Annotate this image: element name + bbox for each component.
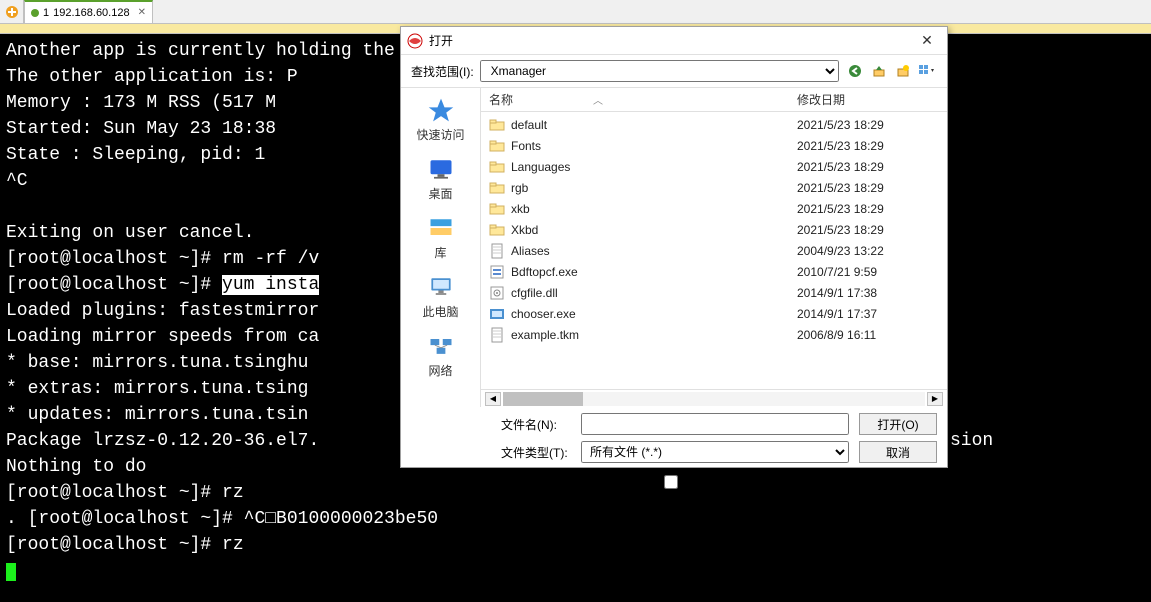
file-name: default (509, 118, 797, 132)
place-label: 此电脑 (422, 303, 458, 320)
col-name-label: 名称 (489, 91, 513, 108)
add-tab-button[interactable] (0, 0, 24, 23)
place-label: 库 (434, 244, 446, 261)
file-date: 2006/8/9 16:11 (797, 328, 947, 342)
file-date: 2021/5/23 18:29 (797, 202, 947, 216)
lookin-label: 查找范围(I): (411, 63, 474, 80)
file-open-dialog: 打开 ✕ 查找范围(I): Xmanager 快速访问 桌面 库 (400, 26, 948, 468)
file-row[interactable]: Languages2021/5/23 18:29 (481, 156, 947, 177)
file-name: chooser.exe (509, 307, 797, 321)
file-date: 2021/5/23 18:29 (797, 139, 947, 153)
file-type-icon (489, 138, 505, 154)
file-row[interactable]: chooser.exe2014/9/1 17:37 (481, 303, 947, 324)
file-row[interactable]: cfgfile.dll2014/9/1 17:38 (481, 282, 947, 303)
file-name: Xkbd (509, 223, 797, 237)
terminal-cursor (6, 563, 16, 581)
app-icon (407, 33, 423, 49)
scroll-right-button[interactable]: ▶ (927, 392, 943, 406)
file-name: Bdftopcf.exe (509, 265, 797, 279)
file-name-input[interactable] (581, 413, 849, 435)
connection-status-icon (31, 9, 39, 17)
file-row[interactable]: Aliases2004/9/23 13:22 (481, 240, 947, 261)
lookin-select[interactable]: Xmanager (480, 60, 839, 82)
file-row[interactable]: Xkbd2021/5/23 18:29 (481, 219, 947, 240)
file-type-select[interactable]: 所有文件 (*.*) (581, 441, 849, 463)
open-button[interactable]: 打开(O) (859, 413, 937, 435)
new-folder-button[interactable] (893, 61, 913, 81)
file-row[interactable]: Bdftopcf.exe2010/7/21 9:59 (481, 261, 947, 282)
app-tab-bar: 1 192.168.60.128 ✕ (0, 0, 1151, 24)
file-name-label: 文件名(N): (501, 416, 571, 433)
file-row[interactable]: rgb2021/5/23 18:29 (481, 177, 947, 198)
file-type-icon (489, 159, 505, 175)
dialog-titlebar[interactable]: 打开 ✕ (401, 27, 947, 55)
file-type-icon (489, 201, 505, 217)
terminal-highlight: yum insta (222, 275, 319, 295)
places-bar: 快速访问 桌面 库 此电脑 网络 (401, 88, 481, 407)
file-type-icon (489, 306, 505, 322)
ascii-checkbox[interactable] (664, 475, 678, 489)
tab-close-button[interactable]: ✕ (134, 7, 146, 18)
file-date: 2021/5/23 18:29 (797, 223, 947, 237)
view-menu-button[interactable] (917, 61, 937, 81)
file-date: 2014/9/1 17:37 (797, 307, 947, 321)
session-tab-number: 1 (43, 7, 49, 19)
file-name: example.tkm (509, 328, 797, 342)
cancel-button[interactable]: 取消 (859, 441, 937, 463)
place-quick-access[interactable]: 快速访问 (401, 96, 480, 143)
file-date: 2004/9/23 13:22 (797, 244, 947, 258)
place-desktop[interactable]: 桌面 (401, 155, 480, 202)
file-row[interactable]: default2021/5/23 18:29 (481, 114, 947, 135)
file-name: Aliases (509, 244, 797, 258)
file-type-icon (489, 285, 505, 301)
place-network[interactable]: 网络 (401, 332, 480, 379)
nav-up-button[interactable] (869, 61, 889, 81)
file-date: 2021/5/23 18:29 (797, 118, 947, 132)
scroll-left-button[interactable]: ◀ (485, 392, 501, 406)
terminal-line: . [root@localhost ~]# ^C□B0100000023be50 (6, 506, 1145, 532)
sort-indicator-icon: ︿ (593, 92, 603, 107)
scroll-thumb[interactable] (503, 392, 583, 406)
file-type-label: 文件类型(T): (501, 444, 571, 461)
ascii-label: 发送文件到ASCII (682, 473, 773, 490)
session-tab-label: 192.168.60.128 (53, 7, 129, 19)
nav-back-button[interactable] (845, 61, 865, 81)
dialog-close-button[interactable]: ✕ (913, 31, 941, 51)
file-row[interactable]: example.tkm2006/8/9 16:11 (481, 324, 947, 345)
place-label: 桌面 (428, 185, 452, 202)
terminal-line: [root@localhost ~]# rz (6, 532, 1145, 558)
place-label: 快速访问 (416, 126, 464, 143)
terminal-line (6, 558, 1145, 584)
place-libraries[interactable]: 库 (401, 214, 480, 261)
session-tab[interactable]: 1 192.168.60.128 ✕ (24, 0, 153, 23)
file-type-icon (489, 264, 505, 280)
file-list[interactable]: default2021/5/23 18:29Fonts2021/5/23 18:… (481, 112, 947, 389)
file-list-header[interactable]: 名称 ︿ 修改日期 (481, 88, 947, 112)
file-date: 2021/5/23 18:29 (797, 181, 947, 195)
col-date-label: 修改日期 (797, 91, 947, 108)
file-date: 2021/5/23 18:29 (797, 160, 947, 174)
file-name: Fonts (509, 139, 797, 153)
file-type-icon (489, 327, 505, 343)
file-row[interactable]: Fonts2021/5/23 18:29 (481, 135, 947, 156)
file-name: rgb (509, 181, 797, 195)
file-row[interactable]: xkb2021/5/23 18:29 (481, 198, 947, 219)
scroll-track[interactable] (503, 392, 925, 406)
file-type-icon (489, 222, 505, 238)
place-this-pc[interactable]: 此电脑 (401, 273, 480, 320)
file-type-icon (489, 243, 505, 259)
file-type-icon (489, 180, 505, 196)
terminal-text-tail: sion (950, 428, 993, 454)
horizontal-scrollbar[interactable]: ◀ ▶ (481, 389, 947, 407)
file-date: 2014/9/1 17:38 (797, 286, 947, 300)
place-label: 网络 (428, 362, 452, 379)
file-date: 2010/7/21 9:59 (797, 265, 947, 279)
file-name: cfgfile.dll (509, 286, 797, 300)
file-name: Languages (509, 160, 797, 174)
file-type-icon (489, 117, 505, 133)
file-name: xkb (509, 202, 797, 216)
dialog-title-text: 打开 (429, 32, 913, 49)
